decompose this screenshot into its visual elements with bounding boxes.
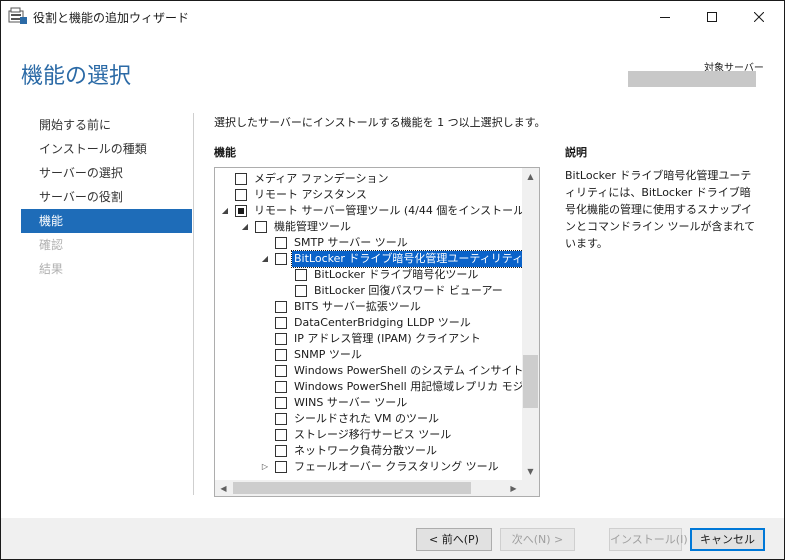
feature-checkbox[interactable] bbox=[275, 237, 287, 249]
tree-row[interactable]: BITS サーバー拡張ツール bbox=[215, 299, 522, 315]
feature-label[interactable]: リモート アシスタンス bbox=[252, 187, 369, 203]
feature-label[interactable]: ストレージ移行サービス ツール bbox=[292, 427, 453, 443]
tree-row[interactable]: ストレージ移行サービス ツール bbox=[215, 427, 522, 443]
tree-row[interactable]: DataCenterBridging LLDP ツール bbox=[215, 315, 522, 331]
feature-label[interactable]: Windows PowerShell のシステム インサイト モジュール bbox=[292, 363, 522, 379]
target-server-value bbox=[628, 71, 756, 87]
cancel-button[interactable]: キャンセル bbox=[690, 528, 765, 551]
tree-row[interactable]: SNMP ツール bbox=[215, 347, 522, 363]
feature-checkbox[interactable] bbox=[295, 269, 307, 281]
feature-checkbox[interactable] bbox=[295, 285, 307, 297]
page-title: 機能の選択 bbox=[21, 64, 132, 89]
feature-label[interactable]: シールドされた VM のツール bbox=[292, 411, 441, 427]
next-button[interactable]: 次へ(N) > bbox=[500, 528, 575, 551]
feature-checkbox[interactable] bbox=[275, 445, 287, 457]
feature-checkbox[interactable] bbox=[275, 429, 287, 441]
feature-checkbox[interactable] bbox=[275, 397, 287, 409]
tree-row[interactable]: シールドされた VM のツール bbox=[215, 411, 522, 427]
feature-label[interactable]: DataCenterBridging LLDP ツール bbox=[292, 315, 473, 331]
title-bar[interactable]: 役割と機能の追加ウィザード bbox=[1, 1, 784, 32]
tree-row[interactable]: WINS サーバー ツール bbox=[215, 395, 522, 411]
feature-checkbox[interactable] bbox=[275, 333, 287, 345]
nav-divider bbox=[193, 113, 194, 495]
feature-checkbox[interactable] bbox=[275, 413, 287, 425]
tree-row[interactable]: Windows PowerShell 用記憶域レプリカ モジュール bbox=[215, 379, 522, 395]
features-tree-content: メディア ファンデーション リモート アシスタンス ◢ リモート サーバー管理ツール … bbox=[215, 168, 522, 480]
description-heading: 説明 bbox=[565, 146, 587, 159]
window-title: 役割と機能の追加ウィザード bbox=[33, 11, 190, 25]
instruction-text: 選択したサーバーにインストールする機能を 1 つ以上選択します。 bbox=[214, 116, 546, 129]
feature-checkbox[interactable] bbox=[275, 365, 287, 377]
features-tree[interactable]: メディア ファンデーション リモート アシスタンス ◢ リモート サーバー管理ツール … bbox=[214, 167, 540, 497]
wizard-nav: 開始する前に インストールの種類 サーバーの選択 サーバーの役割 機能 確認 結果 bbox=[21, 113, 192, 281]
tree-row[interactable]: ▷ フェールオーバー クラスタリング ツール bbox=[215, 459, 522, 475]
feature-label[interactable]: メディア ファンデーション bbox=[252, 171, 391, 187]
nav-item-7[interactable]: 結果 bbox=[21, 257, 192, 281]
collapse-arrow-icon[interactable]: ◢ bbox=[260, 251, 270, 267]
nav-item-4[interactable]: サーバーの役割 bbox=[21, 185, 192, 209]
feature-label[interactable]: SNMP ツール bbox=[292, 347, 364, 363]
maximize-button[interactable] bbox=[689, 1, 735, 32]
tree-row[interactable]: ◢ 機能管理ツール bbox=[215, 219, 522, 235]
footer-bar: < 前へ(P) 次へ(N) > インストール(I) キャンセル bbox=[1, 518, 784, 559]
scroll-down-arrow-icon[interactable]: ▼ bbox=[522, 463, 539, 480]
feature-label[interactable]: SMTP サーバー ツール bbox=[292, 235, 410, 251]
feature-label[interactable]: Windows PowerShell 用記憶域レプリカ モジュール bbox=[292, 379, 522, 395]
feature-checkbox[interactable] bbox=[275, 381, 287, 393]
scroll-right-arrow-icon[interactable]: ▶ bbox=[505, 480, 522, 496]
vertical-scroll-thumb[interactable] bbox=[523, 355, 538, 408]
feature-checkbox[interactable] bbox=[235, 205, 247, 217]
feature-label[interactable]: BITS サーバー拡張ツール bbox=[292, 299, 423, 315]
feature-checkbox[interactable] bbox=[235, 173, 247, 185]
tree-row[interactable]: メディア ファンデーション bbox=[215, 171, 522, 187]
horizontal-scrollbar[interactable]: ◀ ▶ bbox=[215, 480, 522, 496]
feature-checkbox[interactable] bbox=[275, 301, 287, 313]
feature-label[interactable]: BitLocker ドライブ暗号化管理ユーティリティ bbox=[290, 250, 522, 268]
features-heading: 機能 bbox=[214, 146, 236, 159]
feature-checkbox[interactable] bbox=[275, 317, 287, 329]
feature-label[interactable]: BitLocker ドライブ暗号化ツール bbox=[312, 267, 480, 283]
feature-label[interactable]: 機能管理ツール bbox=[272, 219, 353, 235]
horizontal-scroll-thumb[interactable] bbox=[233, 482, 471, 494]
collapse-arrow-icon[interactable]: ◢ bbox=[220, 203, 230, 219]
feature-label[interactable]: フェールオーバー クラスタリング ツール bbox=[292, 459, 501, 475]
nav-item-2[interactable]: インストールの種類 bbox=[21, 137, 192, 161]
tree-row[interactable]: BitLocker 回復パスワード ビューアー bbox=[215, 283, 522, 299]
install-button[interactable]: インストール(I) bbox=[609, 528, 688, 551]
collapse-arrow-icon[interactable]: ◢ bbox=[240, 219, 250, 235]
feature-checkbox[interactable] bbox=[275, 253, 287, 265]
feature-label[interactable]: ネットワーク負荷分散ツール bbox=[292, 443, 439, 459]
close-button[interactable] bbox=[736, 1, 782, 32]
wizard-window: 役割と機能の追加ウィザード 機能の選択 対象サーバー 開始する前に インストールの… bbox=[0, 0, 785, 560]
feature-checkbox[interactable] bbox=[275, 349, 287, 361]
expand-arrow-icon[interactable]: ▷ bbox=[260, 459, 270, 475]
tree-row[interactable]: ◢ リモート サーバー管理ツール (4/44 個をインストール済み) bbox=[215, 203, 522, 219]
feature-checkbox[interactable] bbox=[275, 461, 287, 473]
nav-item-1[interactable]: 開始する前に bbox=[21, 113, 192, 137]
description-text: BitLocker ドライブ暗号化管理ユーティリティには、BitLocker ド… bbox=[565, 169, 756, 250]
tree-row[interactable]: ネットワーク負荷分散ツール bbox=[215, 443, 522, 459]
minimize-button[interactable] bbox=[642, 1, 688, 32]
scroll-up-arrow-icon[interactable]: ▲ bbox=[522, 168, 539, 185]
tree-row[interactable]: SMTP サーバー ツール bbox=[215, 235, 522, 251]
scroll-left-arrow-icon[interactable]: ◀ bbox=[215, 480, 232, 496]
nav-item-6[interactable]: 確認 bbox=[21, 233, 192, 257]
tree-row[interactable]: リモート アシスタンス bbox=[215, 187, 522, 203]
tree-row[interactable]: ◢ BitLocker ドライブ暗号化管理ユーティリティ bbox=[215, 250, 522, 268]
tree-row[interactable]: IP アドレス管理 (IPAM) クライアント bbox=[215, 331, 522, 347]
previous-button[interactable]: < 前へ(P) bbox=[416, 528, 492, 551]
nav-item-5[interactable]: 機能 bbox=[21, 209, 192, 233]
vertical-scrollbar[interactable]: ▲ ▼ bbox=[522, 168, 539, 480]
tree-row[interactable]: BitLocker ドライブ暗号化ツール bbox=[215, 267, 522, 283]
feature-label[interactable]: IP アドレス管理 (IPAM) クライアント bbox=[292, 331, 483, 347]
nav-item-3[interactable]: サーバーの選択 bbox=[21, 161, 192, 185]
tree-row[interactable]: Windows PowerShell のシステム インサイト モジュール bbox=[215, 363, 522, 379]
feature-label[interactable]: WINS サーバー ツール bbox=[292, 395, 409, 411]
feature-label[interactable]: リモート サーバー管理ツール (4/44 個をインストール済み) bbox=[252, 203, 522, 219]
server-manager-icon bbox=[8, 7, 28, 25]
feature-checkbox[interactable] bbox=[255, 221, 267, 233]
scrollbar-corner bbox=[522, 480, 539, 496]
feature-checkbox[interactable] bbox=[235, 189, 247, 201]
feature-label[interactable]: BitLocker 回復パスワード ビューアー bbox=[312, 283, 505, 299]
